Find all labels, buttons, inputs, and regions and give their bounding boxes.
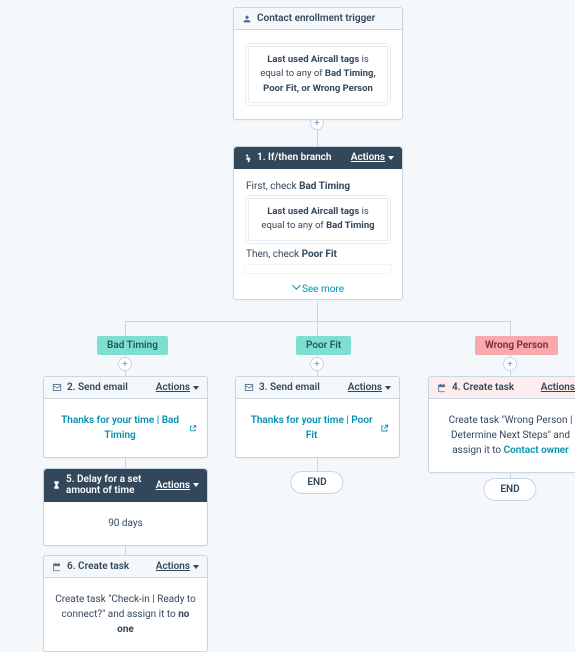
caret-down-icon (193, 483, 199, 487)
contact-owner-link[interactable]: Contact owner (504, 443, 569, 458)
card-header: 6. Create task Actions (44, 556, 207, 578)
actions-dropdown[interactable]: Actions (348, 382, 391, 393)
card-title: 2. Send email (67, 382, 128, 393)
email-link[interactable]: Thanks for your time | Bad Timing (54, 413, 197, 443)
email-icon (244, 383, 254, 392)
card-title: 5. Delay for a set amount of time (66, 474, 156, 496)
card-title: 1. If/then branch (257, 152, 331, 163)
card-body: 90 days (44, 502, 207, 545)
calendar-icon (52, 562, 62, 572)
send-email-card[interactable]: 3. Send email Actions Thanks for your ti… (235, 376, 400, 458)
card-body: Thanks for your time | Bad Timing (44, 399, 207, 457)
if-then-branch-card[interactable]: 1. If/then branch Actions First, check B… (233, 146, 403, 300)
branch-icon (242, 153, 252, 163)
card-header: Contact enrollment trigger (234, 8, 402, 30)
actions-dropdown[interactable]: Actions (351, 152, 394, 163)
see-more-button[interactable]: See more (244, 278, 392, 299)
calendar-icon (437, 383, 447, 393)
end-pill: END (483, 478, 536, 501)
end-pill: END (290, 471, 343, 494)
card-header: 2. Send email Actions (44, 377, 207, 399)
add-action-button[interactable]: + (503, 357, 517, 371)
caret-down-icon (388, 156, 394, 160)
actions-dropdown[interactable]: Actions (541, 382, 575, 393)
criteria-box: Last used Aircall tags is equal to any o… (248, 46, 388, 103)
card-title: 6. Create task (67, 561, 129, 572)
card-title: 3. Send email (259, 382, 320, 393)
branch-label-poor-fit: Poor Fit (296, 336, 351, 355)
delay-card[interactable]: 5. Delay for a set amount of time Action… (43, 468, 208, 546)
branch-label-bad-timing: Bad Timing (97, 336, 168, 355)
card-header: 5. Delay for a set amount of time Action… (44, 469, 207, 502)
hourglass-icon (52, 480, 61, 490)
caret-down-icon (193, 386, 199, 390)
connector (317, 302, 318, 321)
add-action-button[interactable]: + (118, 357, 132, 371)
then-check-label: Then, check Poor Fit (246, 249, 392, 260)
caret-down-icon (385, 386, 391, 390)
actions-dropdown[interactable]: Actions (156, 480, 199, 491)
first-check-label: First, check Bad Timing (246, 181, 392, 192)
email-icon (52, 383, 62, 392)
card-title: Contact enrollment trigger (257, 13, 375, 24)
actions-dropdown[interactable]: Actions (156, 561, 199, 572)
actions-dropdown[interactable]: Actions (156, 382, 199, 393)
card-title: 4. Create task (452, 382, 514, 393)
chevron-down-icon (292, 281, 300, 289)
card-body: Last used Aircall tags is equal to any o… (234, 30, 402, 119)
card-body: Create task "Wrong Person | Determine Ne… (429, 399, 575, 472)
caret-down-icon (193, 565, 199, 569)
card-body: First, check Bad Timing Last used Aircal… (234, 169, 402, 299)
create-task-card[interactable]: 6. Create task Actions Create task "Chec… (43, 555, 208, 652)
card-header: 3. Send email Actions (236, 377, 399, 399)
branch-label-wrong-person: Wrong Person (475, 336, 558, 355)
add-action-button[interactable]: + (310, 357, 324, 371)
card-body: Thanks for your time | Poor Fit (236, 399, 399, 457)
enrollment-trigger-card[interactable]: Contact enrollment trigger Last used Air… (233, 7, 403, 120)
criteria-box: Last used Aircall tags is equal to any o… (248, 198, 388, 241)
card-header: 4. Create task Actions (429, 377, 575, 399)
card-body: Create task "Check-in | Ready to connect… (44, 578, 207, 651)
workflow-canvas: + + + + + + + + Contact enrollment trigg… (0, 0, 575, 600)
email-link[interactable]: Thanks for your time | Poor Fit (246, 413, 389, 443)
contact-icon (242, 14, 252, 24)
criteria-box-collapsed (244, 264, 392, 274)
card-header: 1. If/then branch Actions (234, 147, 402, 169)
create-task-card[interactable]: 4. Create task Actions Create task "Wron… (428, 376, 575, 473)
send-email-card[interactable]: 2. Send email Actions Thanks for your ti… (43, 376, 208, 458)
